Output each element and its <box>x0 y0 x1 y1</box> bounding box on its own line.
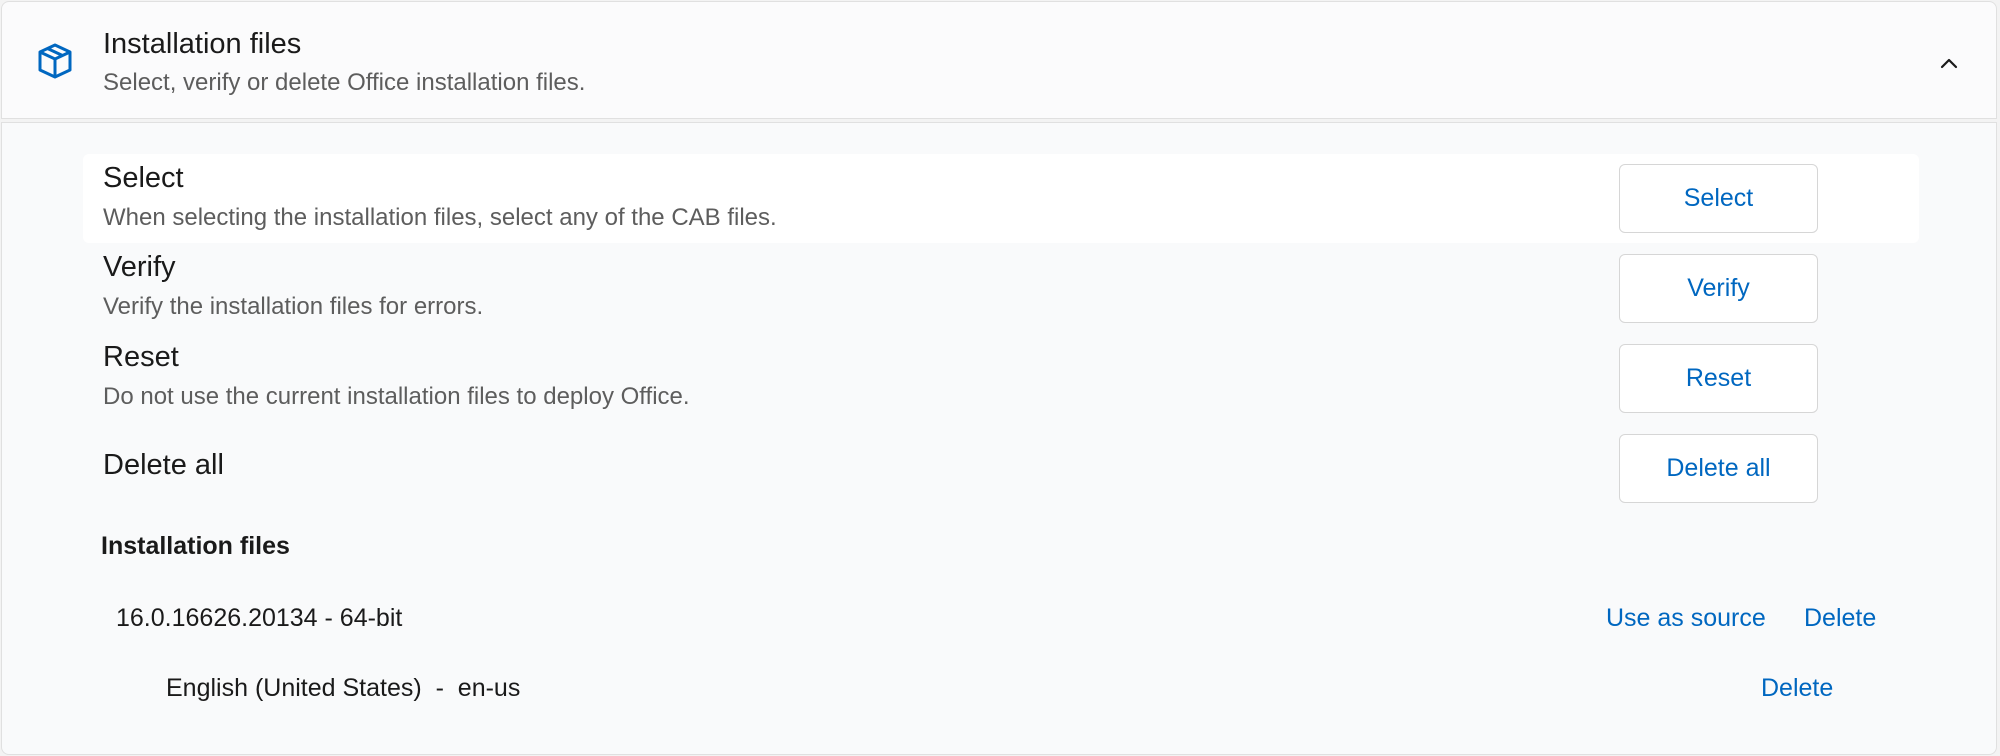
select-row-description: When selecting the installation files, s… <box>103 204 777 231</box>
card-title: Installation files <box>103 28 302 60</box>
package-box-icon <box>38 43 72 79</box>
language-label: English (United States) - en-us <box>166 674 521 702</box>
verify-button[interactable]: Verify <box>1619 254 1818 323</box>
delete-version-link[interactable]: Delete <box>1804 604 1876 633</box>
reset-row-description: Do not use the current installation file… <box>103 383 690 410</box>
delete-language-link[interactable]: Delete <box>1761 674 1833 703</box>
card-subtitle: Select, verify or delete Office installa… <box>103 69 586 96</box>
delete-all-row-title: Delete all <box>103 449 224 481</box>
reset-row-title: Reset <box>103 341 179 373</box>
select-row-title: Select <box>103 162 184 194</box>
version-label: 16.0.16626.20134 - 64-bit <box>116 604 403 632</box>
settings-card-header[interactable]: Installation files Select, verify or del… <box>1 1 1997 119</box>
settings-card-body: Select When selecting the installation f… <box>1 122 1997 755</box>
use-as-source-link[interactable]: Use as source <box>1606 604 1766 633</box>
verify-row-title: Verify <box>103 251 176 283</box>
chevron-up-icon[interactable] <box>1936 50 1962 76</box>
reset-button[interactable]: Reset <box>1619 344 1818 413</box>
verify-row-description: Verify the installation files for errors… <box>103 293 484 320</box>
select-button[interactable]: Select <box>1619 164 1818 233</box>
delete-all-button[interactable]: Delete all <box>1619 434 1818 503</box>
installation-files-heading: Installation files <box>101 532 290 560</box>
